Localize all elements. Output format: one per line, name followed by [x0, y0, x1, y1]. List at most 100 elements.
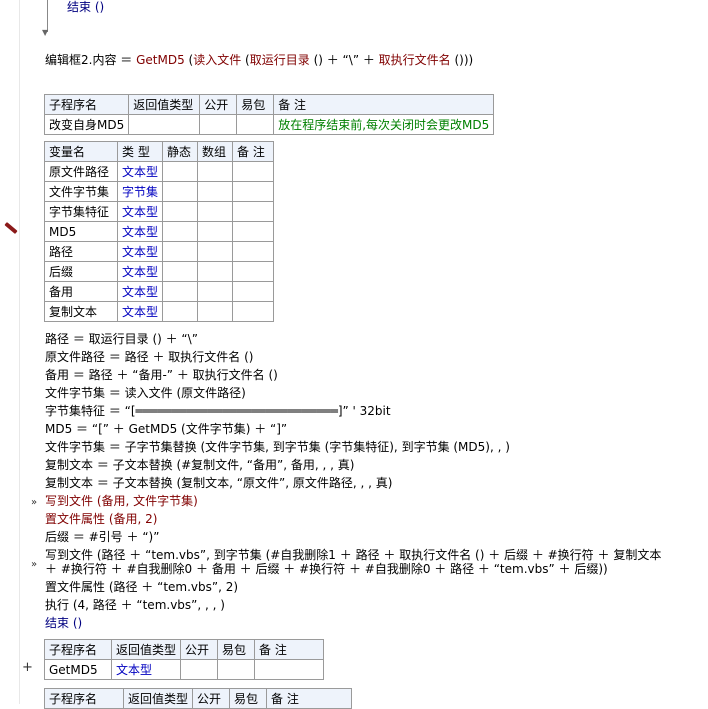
code-line[interactable]: 字节集特征 ＝ “[════════════════════════════]”… — [45, 402, 391, 420]
var-type-cell[interactable]: 文本型 — [116, 301, 164, 322]
code-line[interactable]: 备用 ＝ 路径 ＋ “备用-” ＋ 取执行文件名 () — [45, 366, 278, 384]
code-token: ())) — [450, 53, 474, 67]
var-array-cell[interactable] — [197, 221, 234, 242]
code-line[interactable]: 复制文本 ＝ 子文本替换 (#复制文件, “备用”, 备用, , , 真) — [45, 456, 354, 474]
code-token: 取运行目录 — [249, 53, 310, 67]
code-token: 编辑框2.内容 ＝ — [45, 53, 137, 67]
var-name-cell[interactable]: 备用 — [44, 281, 118, 302]
fold-arrow-icon: ▼ — [42, 28, 49, 37]
package-cell[interactable] — [236, 114, 275, 135]
var-type-cell[interactable]: 文本型 — [116, 201, 164, 222]
var-type-cell[interactable]: 文本型 — [116, 221, 164, 242]
var-array-cell[interactable] — [197, 201, 234, 222]
table-header: 备 注 — [273, 94, 495, 115]
gutter-divider — [19, 0, 20, 704]
code-line[interactable]: 执行 (4, 路径 ＋ “tem.vbs”, , , ) — [45, 596, 225, 614]
var-remark-cell[interactable] — [232, 221, 275, 242]
remark-cell[interactable] — [254, 659, 325, 680]
var-static-cell[interactable] — [162, 301, 199, 322]
public-cell[interactable] — [199, 114, 238, 135]
var-name-cell[interactable]: 原文件路径 — [44, 161, 118, 182]
table-header: 易包 — [217, 639, 256, 660]
code-token: ( — [241, 53, 250, 67]
var-type-cell[interactable]: 字节集 — [116, 181, 164, 202]
var-static-cell[interactable] — [162, 181, 199, 202]
table-header: 易包 — [236, 94, 275, 115]
code-line[interactable]: 写到文件 (备用, 文件字节集) — [45, 492, 198, 510]
code-token: GetMD5 — [136, 53, 185, 67]
code-line[interactable]: 文件字节集 ＝ 子字节集替换 (文件字节集, 到字节集 (字节集特征), 到字节… — [45, 438, 510, 456]
var-static-cell[interactable] — [162, 261, 199, 282]
code-line[interactable]: 原文件路径 ＝ 路径 ＋ 取执行文件名 () — [45, 348, 253, 366]
code-line[interactable]: 后缀 ＝ #引号 ＋ “)” — [45, 528, 159, 546]
var-type-cell[interactable]: 文本型 — [116, 261, 164, 282]
variable-table: 变量名 类 型 静态 数组 备 注 原文件路径 文本型 文件字节集 字节集 字节集特… — [44, 141, 275, 322]
table-header: 子程序名 — [44, 639, 112, 660]
var-static-cell[interactable] — [162, 281, 199, 302]
return-type-cell[interactable] — [128, 114, 201, 135]
var-name-cell[interactable]: 字节集特征 — [44, 201, 118, 222]
code-line[interactable]: 复制文本 ＝ 子文本替换 (复制文本, “原文件”, 原文件路径, , , 真) — [45, 474, 392, 492]
code-line[interactable]: 文件字节集 ＝ 读入文件 (原文件路径) — [45, 384, 246, 402]
table-header: 备 注 — [254, 639, 325, 660]
table-header: 子程序名 — [44, 688, 124, 709]
code-line-end-top[interactable]: 结束 () — [67, 0, 104, 16]
subroutine-table-1: 子程序名 返回值类型 公开 易包 备 注 改变自身MD5 放在程序结束前,每次关… — [43, 94, 495, 135]
code-line-continuation[interactable]: ＋ #换行符 ＋ #自我删除0 ＋ 备用 ＋ 后缀 ＋ #换行符 ＋ #自我删除… — [45, 560, 608, 578]
var-remark-cell[interactable] — [232, 261, 275, 282]
table-header: 备 注 — [232, 141, 275, 162]
subroutine-table-3: 子程序名 返回值类型 公开 易包 备 注 — [44, 688, 353, 709]
var-name-cell[interactable]: 复制文本 — [44, 301, 118, 322]
var-array-cell[interactable] — [197, 161, 234, 182]
table-header: 返回值类型 — [128, 94, 201, 115]
table-header: 类 型 — [116, 141, 164, 162]
table-header: 子程序名 — [43, 94, 130, 115]
code-line[interactable]: 置文件属性 (路径 ＋ “tem.vbs”, 2) — [45, 578, 238, 596]
table-header: 公开 — [180, 639, 219, 660]
code-token: 读入文件 — [193, 53, 242, 67]
var-static-cell[interactable] — [162, 241, 199, 262]
var-array-cell[interactable] — [197, 261, 234, 282]
code-line-end[interactable]: 结束 () — [45, 614, 82, 632]
var-static-cell[interactable] — [162, 161, 199, 182]
var-type-cell[interactable]: 文本型 — [116, 241, 164, 262]
var-static-cell[interactable] — [162, 221, 199, 242]
subroutine-table-2: 子程序名 返回值类型 公开 易包 备 注 GetMD5 文本型 — [44, 639, 325, 680]
var-array-cell[interactable] — [197, 181, 234, 202]
var-remark-cell[interactable] — [232, 201, 275, 222]
subroutine-name-cell[interactable]: 改变自身MD5 — [43, 114, 130, 135]
var-array-cell[interactable] — [197, 281, 234, 302]
code-line[interactable]: 路径 ＝ 取运行目录 () ＋ “\” — [45, 330, 198, 348]
var-type-cell[interactable]: 文本型 — [116, 161, 164, 182]
code-line[interactable]: MD5 ＝ “[” ＋ GetMD5 (文件字节集) ＋ “]” — [45, 420, 287, 438]
var-name-cell[interactable]: 路径 — [44, 241, 118, 262]
table-header: 变量名 — [44, 141, 118, 162]
table-header: 易包 — [229, 688, 268, 709]
var-remark-cell[interactable] — [232, 181, 275, 202]
var-remark-cell[interactable] — [232, 281, 275, 302]
remark-cell[interactable]: 放在程序结束前,每次关闭时会更改MD5 — [273, 114, 495, 135]
var-remark-cell[interactable] — [232, 301, 275, 322]
var-array-cell[interactable] — [197, 241, 234, 262]
package-cell[interactable] — [217, 659, 256, 680]
var-array-cell[interactable] — [197, 301, 234, 322]
table-header: 公开 — [192, 688, 231, 709]
table-header: 公开 — [199, 94, 238, 115]
var-remark-cell[interactable] — [232, 161, 275, 182]
table-header: 数组 — [197, 141, 234, 162]
code-line[interactable]: 置文件属性 (备用, 2) — [45, 510, 157, 528]
public-cell[interactable] — [180, 659, 219, 680]
var-static-cell[interactable] — [162, 201, 199, 222]
code-token: ( — [184, 53, 194, 67]
code-line-editbox[interactable]: 编辑框2.内容 ＝ GetMD5 (读入文件 (取运行目录 () ＋ “\” ＋… — [45, 51, 473, 69]
var-name-cell[interactable]: 文件字节集 — [44, 181, 118, 202]
expand-plus-icon[interactable]: + — [22, 660, 33, 675]
arrow-marker-icon: » — [31, 497, 38, 508]
table-header: 返回值类型 — [110, 639, 182, 660]
var-name-cell[interactable]: 后缀 — [44, 261, 118, 282]
var-remark-cell[interactable] — [232, 241, 275, 262]
subroutine-name-cell[interactable]: GetMD5 — [44, 659, 112, 680]
var-type-cell[interactable]: 文本型 — [116, 281, 164, 302]
var-name-cell[interactable]: MD5 — [44, 221, 118, 242]
return-type-cell[interactable]: 文本型 — [110, 659, 182, 680]
